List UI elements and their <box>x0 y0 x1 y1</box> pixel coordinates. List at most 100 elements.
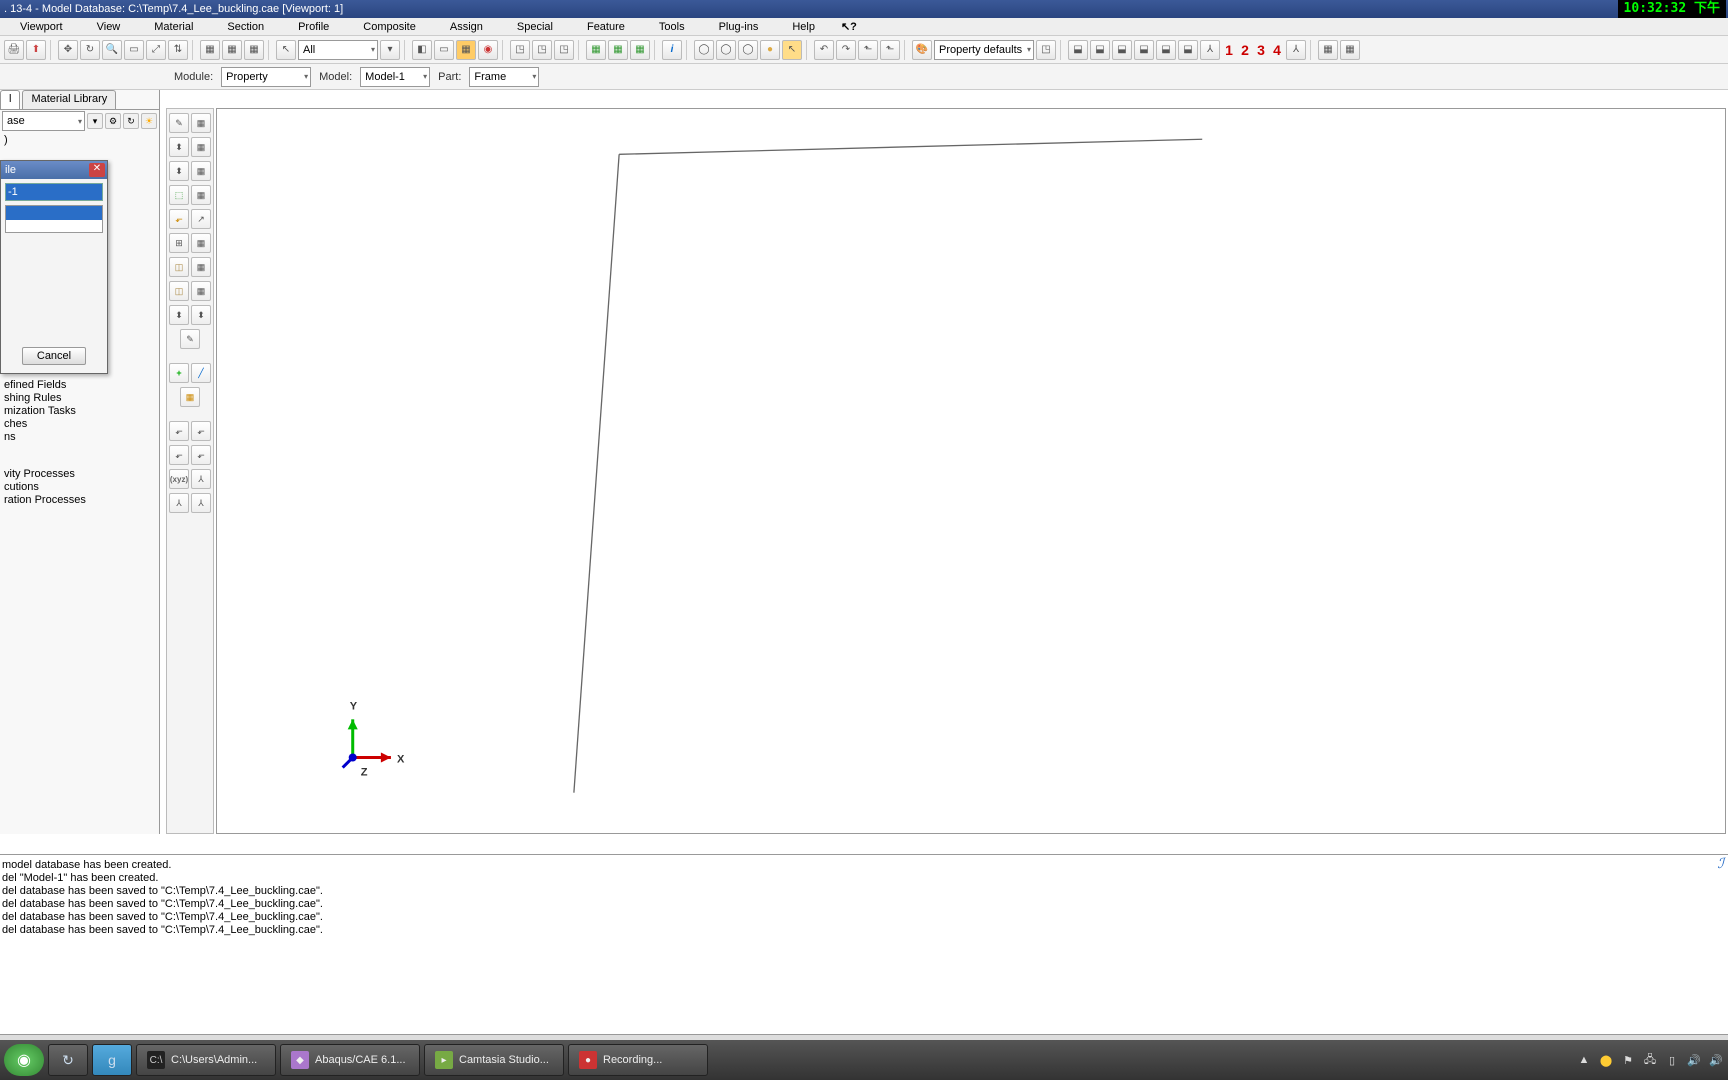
csys2-icon[interactable]: ⬑ <box>880 40 900 60</box>
zoom-icon[interactable]: 🔍 <box>102 40 122 60</box>
tray-network-icon[interactable]: 🖧 <box>1642 1052 1658 1068</box>
create-section-icon[interactable]: ⬍ <box>169 137 189 157</box>
circle3-icon[interactable]: ◯ <box>738 40 758 60</box>
query-icon[interactable]: ⬐ <box>169 421 189 441</box>
viewport[interactable]: Y X Z <box>216 108 1726 834</box>
close-icon[interactable]: ✕ <box>89 163 105 177</box>
tray-more-icon[interactable]: 🔊 <box>1708 1052 1724 1068</box>
print-icon[interactable]: 🖨 <box>4 40 24 60</box>
mesh2-icon[interactable]: ▦ <box>608 40 628 60</box>
skin-mgr-icon[interactable]: ▦ <box>191 257 211 277</box>
tray-flag-icon[interactable]: ⚑ <box>1620 1052 1636 1068</box>
dialog-title-bar[interactable]: ile ✕ <box>1 161 107 179</box>
rebar-icon[interactable]: ⬍ <box>169 305 189 325</box>
property-defaults-select[interactable]: Property defaults <box>934 40 1034 60</box>
menu-composite[interactable]: Composite <box>347 19 432 35</box>
tree-refresh-icon[interactable]: ↻ <box>123 113 139 129</box>
view-xz-icon[interactable]: ⬓ <box>1090 40 1110 60</box>
tree-settings-icon[interactable]: ⚙ <box>105 113 121 129</box>
tree-item[interactable]: ns <box>2 431 159 444</box>
arrow-icon[interactable]: ↖ <box>276 40 296 60</box>
cube1-icon[interactable]: ◳ <box>510 40 530 60</box>
datum-point-icon[interactable]: ⅄ <box>169 493 189 513</box>
system-tray[interactable]: ▲ ⬤ ⚑ 🖧 ▯ 🔊 🔊 <box>1576 1052 1724 1068</box>
tree-item[interactable]: ration Processes <box>2 494 159 507</box>
layout2-icon[interactable]: ▦ <box>1340 40 1360 60</box>
model-select[interactable]: Model-1 <box>360 67 430 87</box>
edit-icon[interactable]: ✎ <box>180 329 200 349</box>
query3-icon[interactable]: ⬐ <box>169 445 189 465</box>
pin-explorer-icon[interactable]: ↻ <box>48 1044 88 1076</box>
stringer-mgr-icon[interactable]: ▦ <box>191 281 211 301</box>
stringer-icon[interactable]: ◫ <box>169 281 189 301</box>
tool-b-icon[interactable]: ▭ <box>434 40 454 60</box>
cube2-icon[interactable]: ◳ <box>532 40 552 60</box>
pan-icon[interactable]: ✥ <box>58 40 78 60</box>
section-manager-icon[interactable]: ▦ <box>191 137 211 157</box>
tree-item[interactable]: ) <box>2 134 159 147</box>
view-iso3-icon[interactable]: ⬓ <box>1178 40 1198 60</box>
cube3-icon[interactable]: ◳ <box>554 40 574 60</box>
tree-item[interactable]: cutions <box>2 481 159 494</box>
skin-icon[interactable]: ◫ <box>169 257 189 277</box>
assign-section-icon[interactable]: ⬍ <box>169 161 189 181</box>
grid2-icon[interactable]: ▦ <box>222 40 242 60</box>
task-abaqus[interactable]: ◆Abaqus/CAE 6.1... <box>280 1044 420 1076</box>
selection-filter-select[interactable]: All <box>298 40 378 60</box>
csys1-icon[interactable]: ⬑ <box>858 40 878 60</box>
start-button[interactable]: ◉ <box>4 1044 44 1076</box>
triad-icon[interactable]: ⅄ <box>1200 40 1220 60</box>
composite-icon[interactable]: ⊞ <box>169 233 189 253</box>
dialog-list[interactable] <box>5 205 103 233</box>
tray-up-icon[interactable]: ▲ <box>1576 1052 1592 1068</box>
redo-icon[interactable]: ↷ <box>836 40 856 60</box>
rotate-icon[interactable]: ↻ <box>80 40 100 60</box>
view-1[interactable]: 1 <box>1222 42 1236 58</box>
cycle-icon[interactable]: ⇅ <box>168 40 188 60</box>
view-3[interactable]: 3 <box>1254 42 1268 58</box>
composite-mgr-icon[interactable]: ▦ <box>191 233 211 253</box>
menu-special[interactable]: Special <box>501 19 569 35</box>
cube-option-icon[interactable]: ◳ <box>1036 40 1056 60</box>
context-help-icon[interactable]: ↖? <box>833 18 865 35</box>
profile-manager-icon[interactable]: ▦ <box>191 185 211 205</box>
view-yz-icon[interactable]: ⬓ <box>1112 40 1132 60</box>
pointer-icon[interactable]: ↖ <box>782 40 802 60</box>
tab-material-library[interactable]: Material Library <box>22 90 116 109</box>
partition-icon[interactable]: ▦ <box>180 387 200 407</box>
menu-help[interactable]: Help <box>776 19 831 35</box>
tool-d-icon[interactable]: ◉ <box>478 40 498 60</box>
menu-section[interactable]: Section <box>211 19 280 35</box>
tree-item[interactable]: efined Fields <box>2 379 159 392</box>
dialog-list-selected[interactable] <box>6 206 102 220</box>
beam-tangent-icon[interactable]: ↗ <box>191 209 211 229</box>
menu-view[interactable]: View <box>81 19 137 35</box>
undo-icon[interactable]: ↶ <box>814 40 834 60</box>
tree-item[interactable]: shing Rules <box>2 392 159 405</box>
task-recording[interactable]: ●Recording... <box>568 1044 708 1076</box>
menu-plugins[interactable]: Plug-ins <box>703 19 775 35</box>
grid3-icon[interactable]: ▦ <box>244 40 264 60</box>
tray-battery-icon[interactable]: ▯ <box>1664 1052 1680 1068</box>
tree-item[interactable]: mization Tasks <box>2 405 159 418</box>
filter-icon[interactable]: ▾ <box>87 113 103 129</box>
part-select[interactable]: Frame <box>469 67 539 87</box>
mesh1-icon[interactable]: ▦ <box>586 40 606 60</box>
tree-item[interactable]: vity Processes <box>2 468 159 481</box>
circle2-icon[interactable]: ◯ <box>716 40 736 60</box>
pin-app-icon[interactable]: g <box>92 1044 132 1076</box>
tool-a-icon[interactable]: ◧ <box>412 40 432 60</box>
view-iso1-icon[interactable]: ⬓ <box>1134 40 1154 60</box>
tree-filter-select[interactable]: ase <box>2 111 85 131</box>
dialog-name-input[interactable] <box>5 183 103 201</box>
tray-volume-icon[interactable]: 🔊 <box>1686 1052 1702 1068</box>
save-icon[interactable]: ⬆ <box>26 40 46 60</box>
view-iso2-icon[interactable]: ⬓ <box>1156 40 1176 60</box>
menu-assign[interactable]: Assign <box>434 19 499 35</box>
material-manager-icon[interactable]: ▦ <box>191 113 211 133</box>
circle4-icon[interactable]: ● <box>760 40 780 60</box>
create-datum-icon[interactable]: ╱ <box>191 363 211 383</box>
section-assign-mgr-icon[interactable]: ▦ <box>191 161 211 181</box>
tray-shield-icon[interactable]: ⬤ <box>1598 1052 1614 1068</box>
create-set-icon[interactable]: + <box>169 363 189 383</box>
